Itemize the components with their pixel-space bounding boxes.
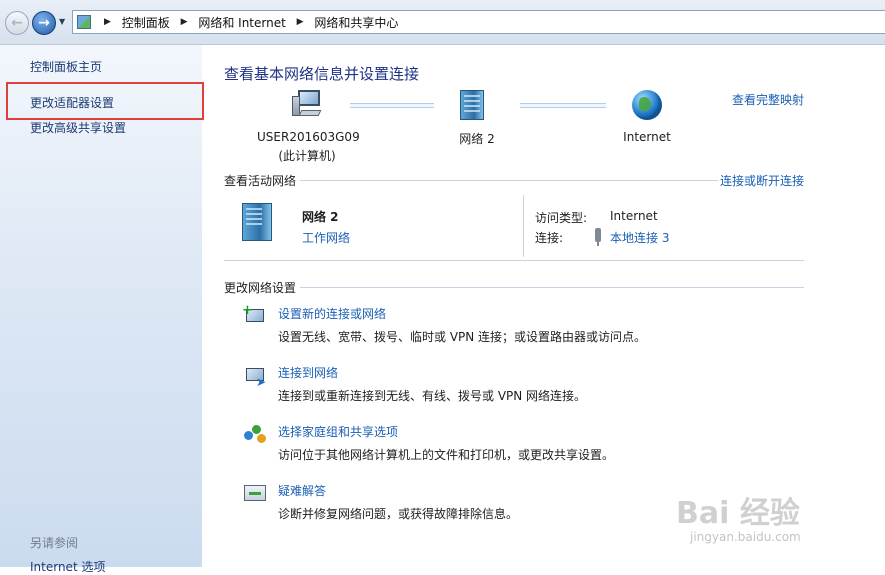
map-connection-line xyxy=(350,103,434,108)
breadcrumb-network-internet[interactable]: 网络和 Internet xyxy=(198,14,285,31)
this-computer-label: (此计算机) xyxy=(278,149,336,163)
highlight-box xyxy=(6,82,204,120)
task-troubleshoot[interactable]: 疑难解答 xyxy=(278,482,326,499)
section-divider xyxy=(300,180,718,181)
change-settings-heading: 更改网络设置 xyxy=(224,281,297,295)
network-building-icon[interactable] xyxy=(460,90,484,120)
connections-label: 连接: xyxy=(535,231,564,245)
task-connect-to-network-desc: 连接到或重新连接到无线、有线、拨号或 VPN 网络连接。 xyxy=(278,389,587,403)
access-type-value: Internet xyxy=(610,209,658,223)
computer-icon[interactable] xyxy=(290,88,324,122)
sidebar-item-change-advanced-sharing[interactable]: 更改高级共享设置 xyxy=(30,119,126,136)
task-setup-new-connection[interactable]: 设置新的连接或网络 xyxy=(278,305,386,322)
page-title: 查看基本网络信息并设置连接 xyxy=(224,65,420,83)
baidu-watermark-url: jingyan.baidu.com xyxy=(690,530,801,544)
network-type-link[interactable]: 工作网络 xyxy=(302,229,350,246)
baidu-watermark-logo: Bai 经验 xyxy=(676,496,800,531)
breadcrumb-arrow-icon[interactable]: ▶ xyxy=(181,14,188,30)
back-arrow-icon: ← xyxy=(11,15,23,31)
map-network-label: 网络 2 xyxy=(459,132,495,146)
troubleshoot-icon[interactable] xyxy=(242,482,268,504)
map-connection-line xyxy=(520,103,606,108)
computer-name-label: USER201603G09 xyxy=(257,130,360,144)
breadcrumb-arrow-icon[interactable]: ▶ xyxy=(297,14,304,30)
task-connect-to-network[interactable]: 连接到网络 xyxy=(278,364,338,381)
forward-button[interactable]: → xyxy=(32,11,56,35)
address-field[interactable]: ▶ 控制面板 ▶ 网络和 Internet ▶ 网络和共享中心 xyxy=(72,10,885,34)
map-internet-label: Internet xyxy=(623,130,671,144)
see-also-heading: 另请参阅 xyxy=(30,536,79,550)
section-divider xyxy=(300,287,804,288)
forward-arrow-icon: → xyxy=(38,15,50,31)
active-network-icon[interactable] xyxy=(242,203,272,241)
active-network-name: 网络 2 xyxy=(302,210,339,224)
connect-disconnect-link[interactable]: 连接或断开连接 xyxy=(720,172,804,189)
address-toolbar: ← → ▼ ▶ 控制面板 ▶ 网络和 Internet ▶ 网络和共享中心 xyxy=(0,0,885,45)
recent-pages-dropdown-icon[interactable]: ▼ xyxy=(59,17,65,26)
task-homegroup-sharing[interactable]: 选择家庭组和共享选项 xyxy=(278,423,398,440)
breadcrumb-control-panel[interactable]: 控制面板 xyxy=(122,14,170,31)
breadcrumb-sharing-center[interactable]: 网络和共享中心 xyxy=(314,14,398,31)
sidebar-control-panel-home[interactable]: 控制面板主页 xyxy=(30,58,102,75)
homegroup-icon[interactable] xyxy=(242,423,268,445)
ethernet-plug-icon xyxy=(595,228,601,246)
task-homegroup-sharing-desc: 访问位于其他网络计算机上的文件和打印机，或更改共享设置。 xyxy=(278,448,615,462)
task-troubleshoot-desc: 诊断并修复网络问题，或获得故障排除信息。 xyxy=(278,507,519,521)
internet-globe-icon[interactable] xyxy=(632,90,662,120)
vertical-divider xyxy=(523,195,524,257)
section-divider xyxy=(224,260,804,261)
control-panel-icon xyxy=(77,15,91,29)
access-type-label: 访问类型: xyxy=(535,211,588,225)
connect-network-icon[interactable]: ➤ xyxy=(242,364,268,388)
local-connection-link[interactable]: 本地连接 3 xyxy=(610,229,669,246)
active-networks-heading: 查看活动网络 xyxy=(224,174,297,188)
breadcrumb: ▶ 控制面板 ▶ 网络和 Internet ▶ 网络和共享中心 xyxy=(97,14,398,31)
new-connection-icon[interactable]: + xyxy=(242,304,268,327)
task-setup-new-connection-desc: 设置无线、宽带、拨号、临时或 VPN 连接；或设置路由器或访问点。 xyxy=(278,330,647,344)
back-button[interactable]: ← xyxy=(5,11,29,35)
view-full-map-link[interactable]: 查看完整映射 xyxy=(732,91,804,108)
breadcrumb-arrow-icon[interactable]: ▶ xyxy=(104,14,111,30)
